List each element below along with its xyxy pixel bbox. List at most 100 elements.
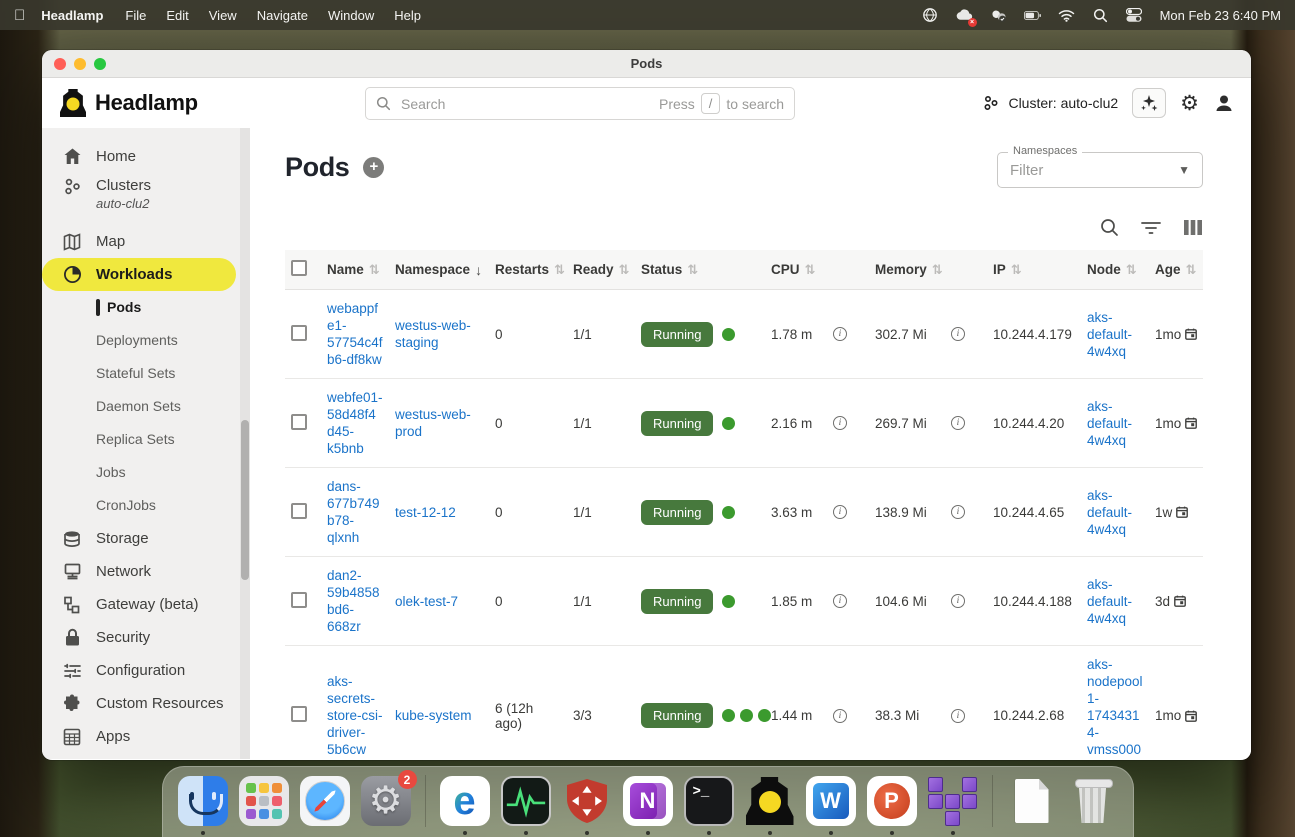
sidebar-item-storage[interactable]: Storage: [42, 522, 250, 555]
info-icon[interactable]: i: [951, 709, 965, 723]
dock-item-activity-monitor[interactable]: [500, 775, 552, 827]
dock-item-onenote[interactable]: [622, 775, 674, 827]
search-input[interactable]: [399, 95, 651, 113]
sort-icon[interactable]: ↓: [475, 262, 482, 278]
menubar-menu-navigate[interactable]: Navigate: [247, 8, 318, 23]
create-pod-button[interactable]: +: [363, 157, 384, 178]
column-label[interactable]: IP: [993, 262, 1006, 277]
column-label[interactable]: Restarts: [495, 262, 549, 277]
dock-item-finder[interactable]: [177, 775, 229, 827]
sidebar-item-security[interactable]: Security: [42, 621, 250, 654]
sidebar-scrollbar-thumb[interactable]: [241, 420, 249, 580]
pod-name-link[interactable]: dan2-59b4858bd6-668zr: [327, 567, 383, 635]
column-label[interactable]: Namespace: [395, 262, 470, 277]
menubar-menu-file[interactable]: File: [115, 8, 156, 23]
info-icon[interactable]: i: [833, 594, 847, 608]
sort-icon[interactable]: ⇅: [619, 262, 630, 278]
dock-item-headlamp[interactable]: [744, 775, 796, 827]
info-icon[interactable]: i: [833, 327, 847, 341]
sidebar-item-clusters[interactable]: Clusters auto-clu2: [42, 173, 250, 225]
dock-item-launchpad[interactable]: [238, 775, 290, 827]
row-checkbox[interactable]: [291, 503, 307, 519]
sidebar-item-jobs[interactable]: Jobs: [42, 456, 250, 489]
node-link[interactable]: aks-default-4w4xq: [1087, 487, 1143, 538]
row-checkbox[interactable]: [291, 414, 307, 430]
dock-item-defender[interactable]: [561, 775, 613, 827]
dock-item-powerpoint[interactable]: [866, 775, 918, 827]
info-icon[interactable]: i: [833, 505, 847, 519]
sort-icon[interactable]: ⇅: [369, 262, 380, 278]
sidebar-item-deployments[interactable]: Deployments: [42, 324, 250, 357]
dock-item-system-settings[interactable]: 2: [360, 775, 412, 827]
sort-icon[interactable]: ⇅: [554, 262, 565, 278]
sort-icon[interactable]: ⇅: [805, 262, 816, 278]
pod-name-link[interactable]: aks-secrets-store-csi-driver-5b6cw: [327, 673, 383, 758]
column-label[interactable]: Node: [1087, 262, 1121, 277]
cluster-chooser[interactable]: Cluster: auto-clu2: [982, 94, 1118, 112]
columns-icon[interactable]: [1183, 219, 1203, 236]
menubar-menu-help[interactable]: Help: [384, 8, 431, 23]
dock-item-edge[interactable]: [439, 775, 491, 827]
node-link[interactable]: aks-default-4w4xq: [1087, 576, 1143, 627]
dock-item-documents[interactable]: [1006, 775, 1058, 827]
info-icon[interactable]: i: [833, 416, 847, 430]
sidebar-item-map[interactable]: Map: [42, 225, 250, 258]
control-center-icon[interactable]: [1126, 7, 1143, 24]
dock-item-word[interactable]: [805, 775, 857, 827]
row-checkbox[interactable]: [291, 592, 307, 608]
column-label[interactable]: Age: [1155, 262, 1181, 277]
dock-item-azure-storage[interactable]: [927, 775, 979, 827]
sidebar-item-daemon-sets[interactable]: Daemon Sets: [42, 390, 250, 423]
pod-name-link[interactable]: webfe01-58d48f4d45-k5bnb: [327, 389, 383, 457]
column-label[interactable]: Status: [641, 262, 682, 277]
row-checkbox[interactable]: [291, 706, 307, 722]
info-icon[interactable]: i: [833, 709, 847, 723]
battery-icon[interactable]: [1024, 7, 1041, 24]
sidebar-item-gateway[interactable]: Gateway (beta): [42, 588, 250, 621]
globe-alert-icon[interactable]: [922, 7, 939, 24]
sort-icon[interactable]: ⇅: [1126, 262, 1137, 278]
widgets-check-icon[interactable]: [990, 7, 1007, 24]
sort-icon[interactable]: ⇅: [687, 262, 698, 278]
info-icon[interactable]: i: [951, 594, 965, 608]
sidebar-item-home[interactable]: Home: [42, 140, 250, 173]
info-icon[interactable]: i: [951, 327, 965, 341]
pod-name-link[interactable]: webappfe1-57754c4fb6-df8kw: [327, 300, 383, 368]
sort-icon[interactable]: ⇅: [1011, 262, 1022, 278]
info-icon[interactable]: i: [951, 505, 965, 519]
column-label[interactable]: Ready: [573, 262, 614, 277]
column-label[interactable]: Memory: [875, 262, 927, 277]
node-link[interactable]: aks-default-4w4xq: [1087, 309, 1143, 360]
dock-item-trash[interactable]: [1067, 775, 1119, 827]
dock-item-terminal[interactable]: [683, 775, 735, 827]
node-link[interactable]: aks-default-4w4xq: [1087, 398, 1143, 449]
user-account-icon[interactable]: [1213, 92, 1235, 114]
row-checkbox[interactable]: [291, 325, 307, 341]
sidebar-item-configuration[interactable]: Configuration: [42, 654, 250, 687]
apple-menu-icon[interactable]: : [14, 8, 25, 23]
menubar-menu-view[interactable]: View: [199, 8, 247, 23]
dock-item-safari[interactable]: [299, 775, 351, 827]
namespace-link[interactable]: test-12-12: [395, 504, 456, 521]
menubar-menu-edit[interactable]: Edit: [156, 8, 198, 23]
column-label[interactable]: CPU: [771, 262, 800, 277]
namespace-link[interactable]: westus-web-staging: [395, 317, 483, 351]
settings-gear-icon[interactable]: ⚙: [1180, 93, 1199, 114]
wifi-icon[interactable]: [1058, 7, 1075, 24]
info-icon[interactable]: i: [951, 416, 965, 430]
sidebar-item-pods[interactable]: Pods: [42, 291, 250, 324]
pod-name-link[interactable]: dans-677b749b78-qlxnh: [327, 478, 383, 546]
ai-assistant-button[interactable]: [1132, 88, 1166, 118]
sidebar-item-custom-resources[interactable]: Custom Resources: [42, 687, 250, 720]
namespaces-filter-select[interactable]: Namespaces Filter ▼: [997, 152, 1203, 188]
menubar-app-name[interactable]: Headlamp: [41, 8, 103, 23]
sidebar-item-workloads[interactable]: Workloads: [42, 258, 236, 291]
sidebar-scrollbar[interactable]: [240, 128, 250, 759]
sidebar-item-apps[interactable]: Apps: [42, 720, 250, 753]
sort-icon[interactable]: ⇅: [932, 262, 943, 278]
column-label[interactable]: Name: [327, 262, 364, 277]
node-link[interactable]: aks-nodepool1-17434314-vmss000001: [1087, 656, 1143, 759]
namespace-link[interactable]: kube-system: [395, 707, 472, 724]
namespace-link[interactable]: westus-web-prod: [395, 406, 483, 440]
table-search-icon[interactable]: [1100, 218, 1119, 237]
